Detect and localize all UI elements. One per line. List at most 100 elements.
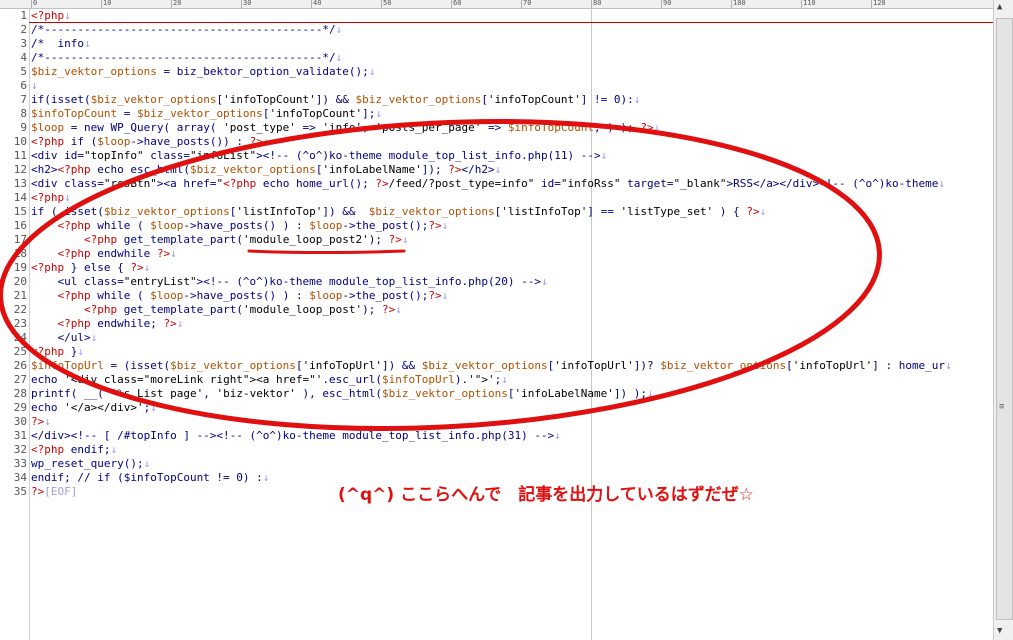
code-line[interactable]: <?php } else { ?>↓: [31, 261, 150, 275]
code-token: "entryList": [123, 275, 197, 288]
code-token: 'module_loop_post': [242, 303, 363, 316]
code-token: = new WP_Query( array(: [64, 121, 224, 134]
code-token: 'infoTopUrl': [302, 359, 383, 372]
code-token: endif; // if ($infoTopCount != 0) :: [31, 471, 263, 484]
code-line[interactable]: <?php get_template_part('module_loop_pos…: [31, 303, 402, 317]
code-line[interactable]: <?php if ($loop->have_posts()) : ?>↓: [31, 135, 269, 149]
code-token: <?php: [83, 233, 118, 246]
code-line[interactable]: $loop = new WP_Query( array( 'post_type'…: [31, 121, 660, 135]
code-line[interactable]: <?php endif;↓: [31, 443, 117, 457]
scroll-up-icon[interactable]: ▲: [997, 2, 1002, 12]
ruler-mark: 40: [313, 0, 322, 7]
eol-marker-icon: ↓: [262, 471, 270, 484]
code-line[interactable]: <?php endwhile; ?>↓: [31, 317, 184, 331]
code-line[interactable]: if ( isset($biz_vektor_options['listInfo…: [31, 205, 766, 219]
ruler-tick: [171, 0, 172, 8]
code-line[interactable]: /*--------------------------------------…: [31, 51, 342, 65]
code-token: ->have_posts() ) :: [183, 219, 310, 232]
code-line[interactable]: ?>↓: [31, 415, 51, 429]
ruler-mark: 70: [523, 0, 532, 7]
code-token: ><!-- (^o^)ko-theme module_top_list_info…: [196, 275, 541, 288]
code-line[interactable]: </ul>↓: [31, 331, 97, 345]
code-token: if ( isset(: [31, 205, 104, 218]
code-token: <?php: [31, 191, 65, 204]
code-token: <h2>: [31, 163, 58, 176]
code-token: echo: [31, 373, 65, 386]
eol-marker-icon: ↓: [83, 37, 91, 50]
code-token: ]) &&: [382, 359, 422, 372]
code-line[interactable]: endif; // if ($infoTopCount != 0) :↓: [31, 471, 269, 485]
code-token: while (: [90, 219, 151, 232]
code-token: ]) &&: [315, 93, 356, 106]
code-line[interactable]: <h2><?php echo esc_html($biz_vektor_opti…: [31, 163, 501, 177]
code-token: wp_reset_query();: [31, 457, 144, 470]
code-token: ,: [362, 121, 376, 134]
code-line[interactable]: <?php endwhile ?>↓: [31, 247, 177, 261]
code-token: "_blank": [673, 177, 727, 190]
code-token: <?php: [31, 261, 65, 274]
code-token: ).: [454, 373, 469, 386]
code-line[interactable]: <?php↓: [31, 191, 71, 205]
code-token: ?>: [375, 177, 389, 190]
code-token: } else {: [64, 261, 131, 274]
eol-marker-icon: ↓: [441, 289, 449, 302]
ruler-tick: [801, 0, 802, 8]
line-number: 27: [13, 373, 27, 386]
line-number: 11: [13, 149, 27, 162]
code-line[interactable]: echo '<div class="moreLink right"><a hre…: [31, 373, 508, 387]
line-number: 29: [13, 401, 27, 414]
code-line[interactable]: /* info↓: [31, 37, 91, 51]
code-token: 'listInfoTop': [501, 205, 588, 218]
code-token: "infoList": [189, 149, 257, 162]
line-number: 15: [13, 205, 27, 218]
code-editor[interactable]: 0 10 20 30 40 50 60 70 80 90 100 110 120 1 2 3 4 5 6 7 8 9 10…: [0, 0, 993, 640]
code-token: ?>: [249, 135, 263, 148]
code-line[interactable]: $biz_vektor_options = biz_bektor_option_…: [31, 65, 375, 79]
code-line[interactable]: <?php get_template_part('module_loop_pos…: [31, 233, 409, 247]
code-line[interactable]: <?php while ( $loop->have_posts() ) : $l…: [31, 289, 449, 303]
code-token: 'infoTopCount': [223, 93, 316, 106]
code-token: 'infoLabelName': [322, 163, 422, 176]
code-line[interactable]: $infoTopUrl = (isset($biz_vektor_options…: [31, 359, 952, 373]
code-token: <?php: [83, 303, 118, 316]
code-line[interactable]: echo '</a></div>';↓: [31, 401, 157, 415]
code-line[interactable]: <div id="topInfo" class="infoList"><!-- …: [31, 149, 607, 163]
code-token: ?>: [382, 303, 396, 316]
code-line[interactable]: if(isset($biz_vektor_options['infoTopCou…: [31, 93, 640, 107]
code-token: [: [295, 359, 303, 372]
line-number: 24: [13, 331, 27, 344]
eol-marker-icon: ↓: [368, 65, 376, 78]
vertical-scrollbar[interactable]: ▲ ≡ ▼: [993, 0, 1013, 640]
code-line[interactable]: $infoTopCount = $biz_vektor_options['inf…: [31, 107, 382, 121]
code-line[interactable]: </div><!-- [ /#topInfo ] --><!-- (^o^)ko…: [31, 429, 561, 443]
code-token: = biz_bektor_option_validate();: [156, 65, 369, 78]
code-line[interactable]: ?>[EOF]: [31, 485, 77, 499]
code-line[interactable]: ↓: [31, 79, 38, 93]
code-line[interactable]: <?php while ( $loop->have_posts() ) : $l…: [31, 219, 449, 233]
eol-marker-icon: ↓: [646, 387, 654, 400]
code-token: class=: [143, 149, 190, 162]
code-line[interactable]: <?php↓: [31, 9, 71, 23]
code-token: ?>: [156, 247, 171, 260]
code-token: echo esc_html(: [90, 163, 190, 176]
code-token: endwhile;: [90, 317, 164, 330]
scroll-down-icon[interactable]: ▼: [997, 626, 1002, 636]
eol-marker-icon: ↓: [64, 9, 71, 22]
code-token: <?php: [57, 163, 91, 176]
eol-marker-icon: ↓: [335, 23, 343, 36]
code-line[interactable]: printf( __( '%s List page', 'biz-vektor'…: [31, 387, 654, 401]
eol-marker-icon: ↓: [176, 317, 184, 330]
scrollbar-thumb[interactable]: [996, 18, 1013, 620]
code-token: $biz_vektor_options: [31, 65, 157, 78]
code-token: ?>: [31, 485, 45, 498]
code-line[interactable]: <?php }↓: [31, 345, 84, 359]
ruler-mark: 110: [803, 0, 816, 7]
eol-marker-icon: ↓: [633, 93, 641, 106]
code-line[interactable]: wp_reset_query();↓: [31, 457, 150, 471]
line-number: 34: [13, 471, 27, 484]
line-number: 35: [13, 485, 27, 498]
code-line[interactable]: <ul class="entryList"><!-- (^o^)ko-theme…: [31, 275, 547, 289]
code-line[interactable]: <div class="rssBtn"><a href="<?php echo …: [31, 177, 945, 191]
code-line[interactable]: /*--------------------------------------…: [31, 23, 342, 37]
